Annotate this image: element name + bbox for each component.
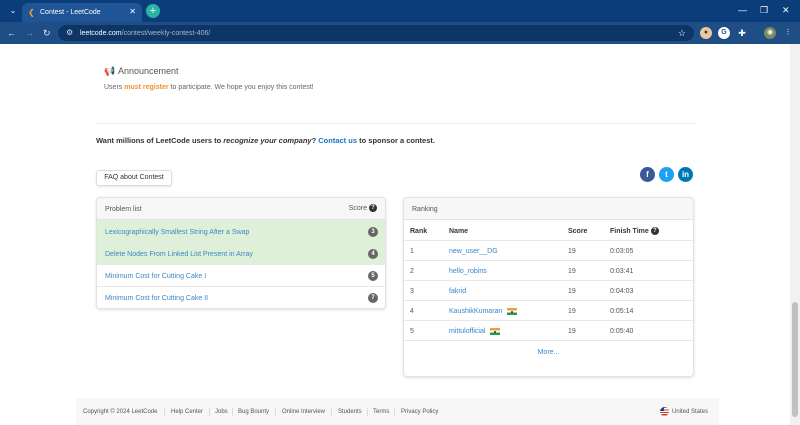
browser-tab-bar: ⌄ ❮ Contest - LeetCode ✕ + — ❐ ✕ — [0, 0, 800, 22]
page-scrollbar[interactable] — [790, 44, 800, 425]
profile-avatar[interactable]: ◉ — [764, 27, 776, 39]
footer-separator — [331, 408, 332, 416]
copyright-text: Copyright © 2024 LeetCode — [83, 409, 158, 415]
megaphone-icon: 📢 — [104, 66, 116, 76]
footer-link-help-center[interactable]: Help Center — [171, 408, 203, 416]
extension-icon[interactable]: ● — [700, 27, 712, 39]
restore-icon[interactable]: ❐ — [760, 3, 768, 17]
user-link[interactable]: new_user__DG — [449, 247, 498, 256]
site-info-icon[interactable]: ⚙ — [66, 28, 73, 38]
india-flag-icon — [490, 328, 501, 335]
problem-row[interactable]: Delete Nodes From Linked List Present in… — [97, 242, 385, 264]
us-flag-icon — [660, 407, 669, 416]
ranking-row: 3 fakrid 19 0:04:03 — [404, 280, 693, 300]
forward-icon[interactable]: → — [25, 27, 34, 39]
extensions-puzzle-icon[interactable]: ✚ — [736, 27, 748, 39]
facebook-icon[interactable]: f — [640, 167, 655, 182]
back-icon[interactable]: ← — [7, 27, 16, 39]
name-column-header: Name — [449, 228, 469, 235]
user-link[interactable]: mittulofficial — [449, 328, 485, 335]
problem-score-badge: 5 — [368, 271, 378, 281]
problem-list-card: Problem list Score? Lexicographically Sm… — [96, 197, 386, 309]
footer-separator — [275, 408, 276, 416]
browser-address-bar: ← → ↻ ⚙ leetcode.com/contest/weekly-cont… — [0, 22, 800, 44]
ranking-card: Ranking Rank Name Score Finish Time? 1 n… — [403, 197, 694, 377]
close-window-icon[interactable]: ✕ — [782, 3, 790, 17]
url-text: leetcode.com/contest/weekly-contest-406/ — [80, 30, 211, 37]
user-link[interactable]: hello_robins — [449, 267, 487, 276]
tab-close-icon[interactable]: ✕ — [129, 7, 136, 17]
score-column-header: Score — [568, 228, 588, 235]
user-link[interactable]: KaushikKumaran — [449, 308, 502, 315]
footer-link-privacy-policy[interactable]: Privacy Policy — [401, 408, 438, 416]
ranking-title: Ranking — [412, 206, 438, 213]
ranking-more-row: More... — [404, 340, 693, 360]
footer-separator — [164, 408, 165, 416]
ranking-row: 5 mittulofficial 19 0:05:40 — [404, 320, 693, 340]
score-header: Score? — [349, 204, 377, 213]
problem-list-header: Problem list Score? — [97, 198, 385, 220]
ranking-header: Ranking — [404, 198, 693, 220]
question-icon[interactable]: ? — [650, 227, 659, 235]
problem-row[interactable]: Minimum Cost for Cutting Cake II 7 — [97, 286, 385, 308]
register-link[interactable]: must register — [124, 84, 168, 91]
footer-separator — [394, 408, 395, 416]
page-content: 📢 Announcement Users must register to pa… — [0, 44, 790, 425]
finish-time-column-header: Finish Time? — [610, 227, 659, 236]
sponsor-text: Want millions of LeetCode users to recog… — [96, 136, 435, 145]
footer-link-students[interactable]: Students — [338, 408, 362, 416]
footer-link-online-interview[interactable]: Online Interview — [282, 408, 325, 416]
problem-row[interactable]: Minimum Cost for Cutting Cake I 5 — [97, 264, 385, 286]
reload-icon[interactable]: ↻ — [43, 27, 51, 39]
extension-icon[interactable]: G — [718, 27, 730, 39]
scrollbar-thumb[interactable] — [792, 302, 798, 417]
problem-score-badge: 7 — [368, 293, 378, 303]
user-link[interactable]: fakrid — [449, 287, 466, 296]
problem-score-badge: 4 — [368, 249, 378, 259]
more-rankings-link[interactable]: More... — [404, 348, 693, 357]
problem-row[interactable]: Lexicographically Smallest String After … — [97, 220, 385, 242]
footer-separator — [232, 408, 233, 416]
footer-link-jobs[interactable]: Jobs — [215, 408, 228, 416]
rank-column-header: Rank — [410, 228, 428, 235]
tab-search-icon[interactable]: ⌄ — [6, 4, 20, 18]
faq-button[interactable]: FAQ about Contest — [96, 170, 172, 186]
footer-link-bug-bounty[interactable]: Bug Bounty — [238, 408, 269, 416]
problem-link[interactable]: Minimum Cost for Cutting Cake II — [105, 294, 208, 303]
problem-link[interactable]: Lexicographically Smallest String After … — [105, 228, 249, 237]
twitter-icon[interactable]: t — [659, 167, 674, 182]
new-tab-button[interactable]: + — [146, 4, 160, 18]
url-field[interactable]: ⚙ leetcode.com/contest/weekly-contest-40… — [58, 25, 694, 41]
contact-us-link[interactable]: Contact us — [318, 136, 357, 145]
problem-score-badge: 3 — [368, 227, 378, 237]
footer-separator — [367, 408, 368, 416]
announcement-title: Announcement — [118, 66, 179, 76]
footer-link-terms[interactable]: Terms — [373, 408, 389, 416]
browser-menu-icon[interactable]: ⋮ — [782, 27, 794, 39]
problem-list-title: Problem list — [105, 206, 142, 213]
ranking-row: 2 hello_robins 19 0:03:41 — [404, 260, 693, 280]
browser-tab[interactable]: ❮ Contest - LeetCode ✕ — [22, 3, 142, 22]
india-flag-icon — [507, 308, 518, 315]
announcement-text: Users must register to participate. We h… — [104, 84, 314, 91]
leetcode-favicon-icon: ❮ — [28, 8, 35, 17]
bookmark-star-icon[interactable]: ☆ — [678, 28, 686, 38]
problem-link[interactable]: Delete Nodes From Linked List Present in… — [105, 250, 253, 259]
tab-title: Contest - LeetCode — [40, 9, 101, 16]
minimize-icon[interactable]: — — [738, 3, 747, 17]
region-selector[interactable]: United States — [672, 408, 708, 416]
ranking-row: 1 new_user__DG 19 0:03:05 — [404, 240, 693, 260]
footer-separator — [209, 408, 210, 416]
ranking-row: 4 KaushikKumaran 19 0:05:14 — [404, 300, 693, 320]
divider — [96, 123, 696, 124]
linkedin-icon[interactable]: in — [678, 167, 693, 182]
footer: Copyright © 2024 LeetCode Help Center Jo… — [76, 398, 719, 425]
problem-link[interactable]: Minimum Cost for Cutting Cake I — [105, 272, 206, 281]
question-icon[interactable]: ? — [369, 204, 377, 212]
